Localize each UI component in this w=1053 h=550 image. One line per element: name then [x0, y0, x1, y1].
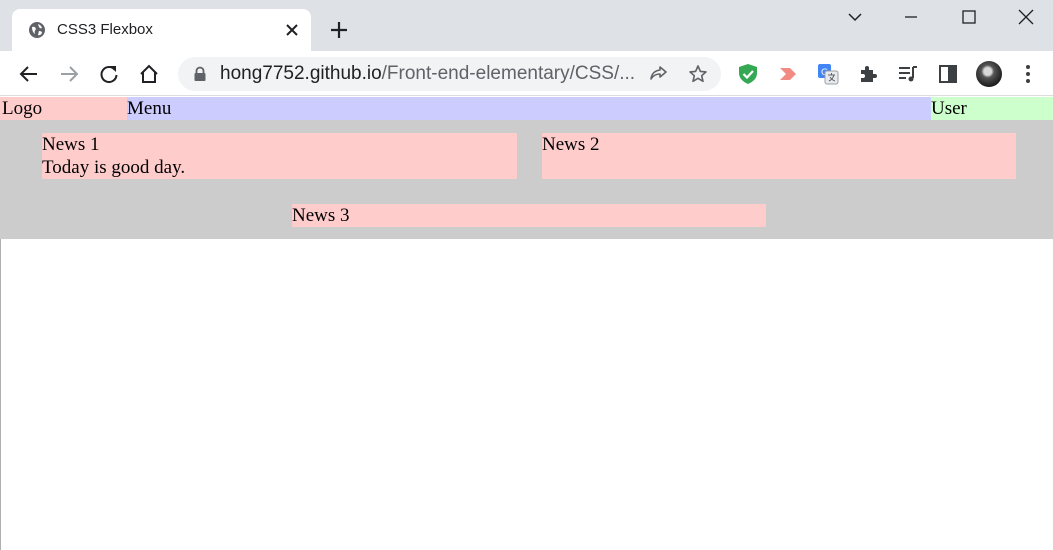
news-container: News 1 Today is good day. News 2 News 3	[0, 120, 1053, 239]
bookmark-star-icon[interactable]	[688, 64, 708, 84]
reload-icon[interactable]	[98, 63, 120, 85]
browser-tab[interactable]: CSS3 Flexbox	[12, 9, 311, 51]
news-item-2: News 2	[542, 133, 1016, 179]
translate-extension-icon[interactable]: G	[817, 63, 839, 85]
address-bar[interactable]: hong7752.github.io/Front-end-elementary/…	[178, 57, 721, 91]
side-panel-icon[interactable]	[937, 63, 959, 85]
shield-extension-icon[interactable]	[737, 63, 759, 85]
page-header: Logo Menu User	[0, 97, 1053, 120]
menu-box: Menu	[127, 97, 931, 120]
news-body: Today is good day.	[42, 157, 186, 178]
logo-box: Logo	[0, 97, 127, 120]
url-text[interactable]: hong7752.github.io/Front-end-elementary/…	[220, 64, 635, 84]
url-host: hong7752.github.io	[220, 63, 382, 84]
cast-extension-icon[interactable]	[777, 63, 799, 85]
news-title: News 3	[292, 205, 350, 226]
page-viewport: Logo Menu User News 1 Today is good day.…	[0, 97, 1053, 550]
tab-title: CSS3 Flexbox	[57, 21, 153, 38]
news-title: News 1	[42, 134, 100, 155]
profile-avatar[interactable]	[976, 61, 1002, 87]
close-window-icon[interactable]	[1016, 8, 1036, 26]
media-queue-icon[interactable]	[897, 63, 919, 85]
url-path: /Front-end-elementary/CSS/...	[381, 63, 636, 84]
tab-search-chevron-icon[interactable]	[845, 8, 865, 26]
share-icon[interactable]	[648, 64, 668, 84]
maximize-icon[interactable]	[959, 8, 979, 26]
browser-toolbar: hong7752.github.io/Front-end-elementary/…	[0, 51, 1053, 96]
close-tab-icon[interactable]	[284, 22, 300, 38]
news-item-1: News 1 Today is good day.	[42, 133, 517, 179]
globe-icon	[29, 22, 45, 38]
forward-icon[interactable]	[58, 63, 80, 85]
new-tab-icon[interactable]	[329, 20, 349, 40]
menu-dots-icon[interactable]	[1017, 63, 1039, 85]
news-title: News 2	[542, 134, 600, 155]
tab-strip: CSS3 Flexbox	[0, 0, 1053, 51]
left-edge-divider	[0, 239, 1, 550]
extensions-puzzle-icon[interactable]	[857, 63, 879, 85]
lock-icon[interactable]	[193, 66, 207, 82]
minimize-icon[interactable]	[901, 8, 921, 26]
home-icon[interactable]	[138, 63, 160, 85]
user-box: User	[931, 97, 1053, 120]
back-icon[interactable]	[18, 63, 40, 85]
news-item-3: News 3	[292, 204, 766, 227]
